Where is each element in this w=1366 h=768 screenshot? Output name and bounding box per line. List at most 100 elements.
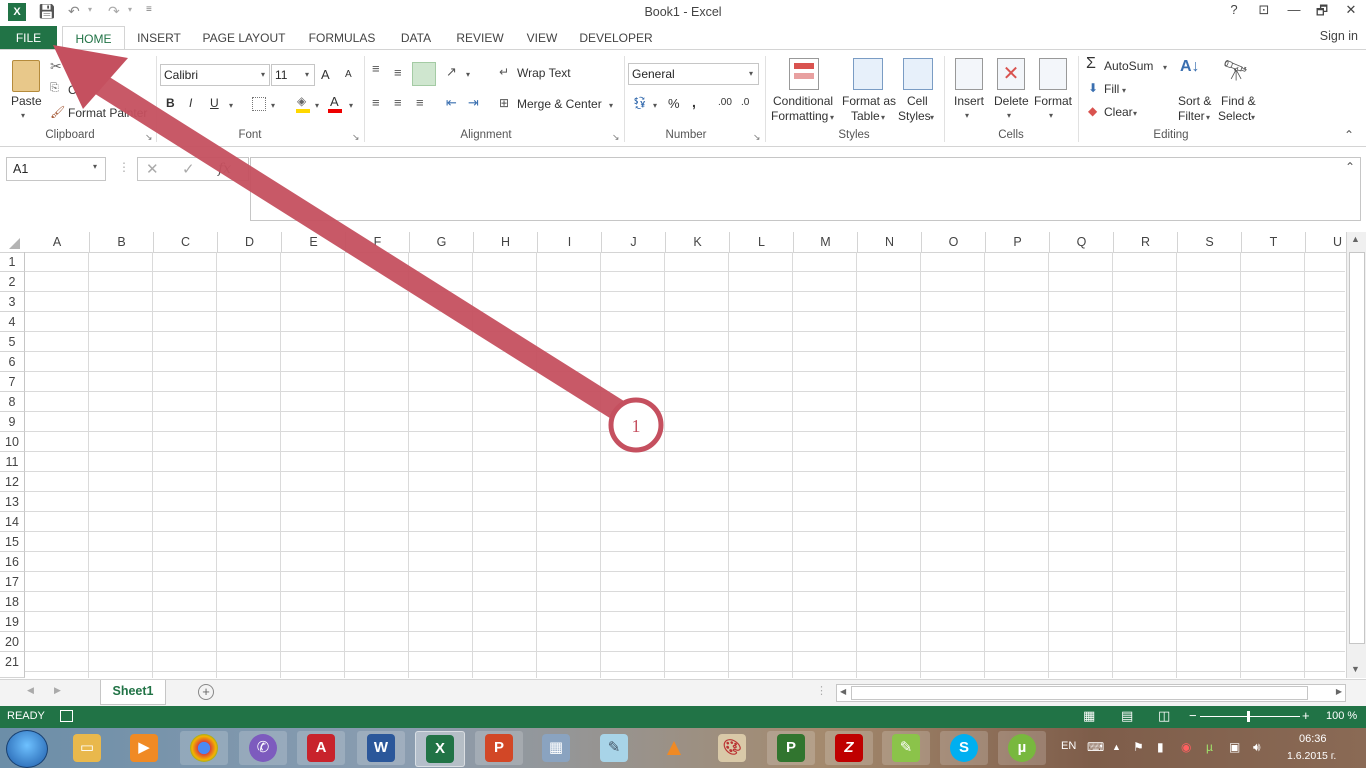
scroll-up-icon[interactable]: ▲ [1351,234,1360,244]
scroll-down-icon[interactable]: ▼ [1351,664,1360,674]
merge-center-dropdown-icon[interactable]: ▾ [609,101,613,110]
calculator-taskbar-icon[interactable]: ▦ [532,731,580,765]
select-all-icon[interactable] [9,238,20,249]
utorrent-tray-icon[interactable]: µ [1206,740,1213,754]
row-header[interactable]: 20 [0,632,25,652]
delete-dropdown-icon[interactable]: ▾ [1007,111,1011,120]
column-header[interactable]: N [858,232,922,252]
row-header[interactable]: 14 [0,512,25,532]
font-name-dropdown-icon[interactable]: ▾ [261,70,265,79]
column-header[interactable]: C [154,232,218,252]
conditional-formatting-dropdown-icon[interactable]: ▾ [830,113,834,122]
row-header[interactable]: 5 [0,332,25,352]
clipboard-launcher-icon[interactable]: ↘ [145,132,153,143]
shrink-font-button[interactable]: A [345,69,352,80]
paste-button[interactable]: Paste [11,94,42,108]
fill-color-icon[interactable] [296,109,310,113]
sort-filter-icon[interactable]: A↓ [1180,58,1200,76]
column-header[interactable]: P [986,232,1050,252]
format-as-table-label-2[interactable]: Table [851,109,880,123]
insert-function-button[interactable]: fx [218,161,231,177]
page-break-view-icon[interactable]: ◫ [1158,708,1170,724]
restore-button[interactable]: 🗗 [1311,2,1333,24]
fill-button[interactable]: Fill [1104,82,1119,96]
column-header[interactable]: B [90,232,154,252]
format-cells-button[interactable]: Format [1034,94,1072,108]
tab-insert[interactable]: INSERT [132,26,186,50]
format-painter-button[interactable]: Format Painter [68,106,147,120]
align-right-icon[interactable]: ≡ [416,95,424,110]
insert-dropdown-icon[interactable]: ▾ [965,111,969,120]
increase-indent-icon[interactable]: ⇥ [468,95,479,111]
vlc-taskbar-icon[interactable]: ▲ [650,731,698,765]
powerpoint-taskbar-icon[interactable]: P [475,731,523,765]
align-middle-icon[interactable]: ≡ [394,65,402,80]
zoom-in-icon[interactable]: + [1302,708,1310,723]
autosum-icon[interactable]: Σ [1086,55,1096,73]
row-header[interactable]: 21 [0,652,25,678]
horizontal-scroll-thumb[interactable] [851,686,1308,700]
row-header[interactable]: 12 [0,472,25,492]
number-format-select[interactable]: General [628,63,759,85]
fill-dropdown-icon[interactable]: ▾ [1122,86,1126,95]
next-sheet-icon[interactable]: ▶ [54,685,61,696]
format-cells-icon[interactable] [1039,58,1067,90]
vertical-scroll-thumb[interactable] [1349,252,1365,644]
paint-bucket-icon[interactable]: ◈ [297,94,306,108]
format-as-table-icon[interactable] [853,58,883,90]
row-header[interactable]: 2 [0,272,25,292]
antivirus-icon[interactable]: ◉ [1181,740,1191,754]
wrap-text-button[interactable]: Wrap Text [517,66,571,80]
tab-split-icon[interactable]: ⋮ [816,684,827,697]
row-header[interactable]: 9 [0,412,25,432]
column-header[interactable]: E [282,232,346,252]
cell-styles-label-2[interactable]: Styles [898,109,931,123]
filezilla-taskbar-icon[interactable]: Z [825,731,873,765]
accounting-format-icon[interactable]: 💱︎ [632,96,647,110]
name-box-dropdown-icon[interactable]: ▾ [93,162,97,171]
network-icon[interactable]: ▣ [1229,740,1240,754]
notepad-taskbar-icon[interactable]: ✎ [590,731,638,765]
tab-home[interactable]: HOME [62,26,125,50]
conditional-formatting-icon[interactable] [789,58,819,90]
row-header[interactable]: 11 [0,452,25,472]
help-button[interactable]: ? [1223,2,1245,17]
column-header[interactable]: T [1242,232,1306,252]
grow-font-button[interactable]: A [321,67,330,82]
collapse-ribbon-icon[interactable]: ⌃ [1344,128,1354,142]
row-header[interactable]: 10 [0,432,25,452]
cell-styles-label-1[interactable]: Cell [907,94,928,108]
language-indicator[interactable]: EN [1061,740,1076,752]
excel-taskbar-icon[interactable]: X [415,731,465,767]
align-top-icon[interactable]: ≡ [372,61,380,76]
decrease-decimal-icon[interactable]: .0 [741,97,749,108]
tab-page-layout[interactable]: PAGE LAYOUT [198,26,290,50]
copy-icon[interactable]: ⎘ [50,82,59,95]
insert-cells-icon[interactable] [955,58,983,90]
underline-dropdown-icon[interactable]: ▾ [229,101,233,110]
row-header[interactable]: 17 [0,572,25,592]
utorrent-taskbar-icon[interactable]: µ [998,731,1046,765]
font-color-dropdown-icon[interactable]: ▾ [349,101,353,110]
zoom-slider-thumb[interactable] [1247,711,1250,722]
cell-grid[interactable] [25,252,1345,678]
font-size-dropdown-icon[interactable]: ▾ [305,70,309,79]
conditional-formatting-label-1[interactable]: Conditional [773,94,833,108]
minimize-button[interactable]: — [1283,2,1305,17]
row-header[interactable]: 4 [0,312,25,332]
conditional-formatting-label-2[interactable]: Formatting [771,109,828,123]
row-header[interactable]: 8 [0,392,25,412]
ribbon-display-button[interactable]: ⊡ [1253,2,1275,18]
page-layout-view-icon[interactable]: ▤ [1121,708,1133,724]
cell-styles-icon[interactable] [903,58,933,90]
sort-filter-dropdown-icon[interactable]: ▾ [1206,113,1210,122]
tab-view[interactable]: VIEW [521,26,563,50]
find-select-label-2[interactable]: Select [1218,109,1251,123]
merge-center-button[interactable]: Merge & Center [517,97,602,111]
orientation-icon[interactable]: ↗ [446,64,457,80]
clock-date[interactable]: 1.6.2015 г. [1287,750,1336,762]
sort-filter-label-2[interactable]: Filter [1178,109,1205,123]
column-header[interactable]: M [794,232,858,252]
borders-icon[interactable] [252,97,266,111]
sheet-tab-sheet1[interactable]: Sheet1 [100,680,166,705]
